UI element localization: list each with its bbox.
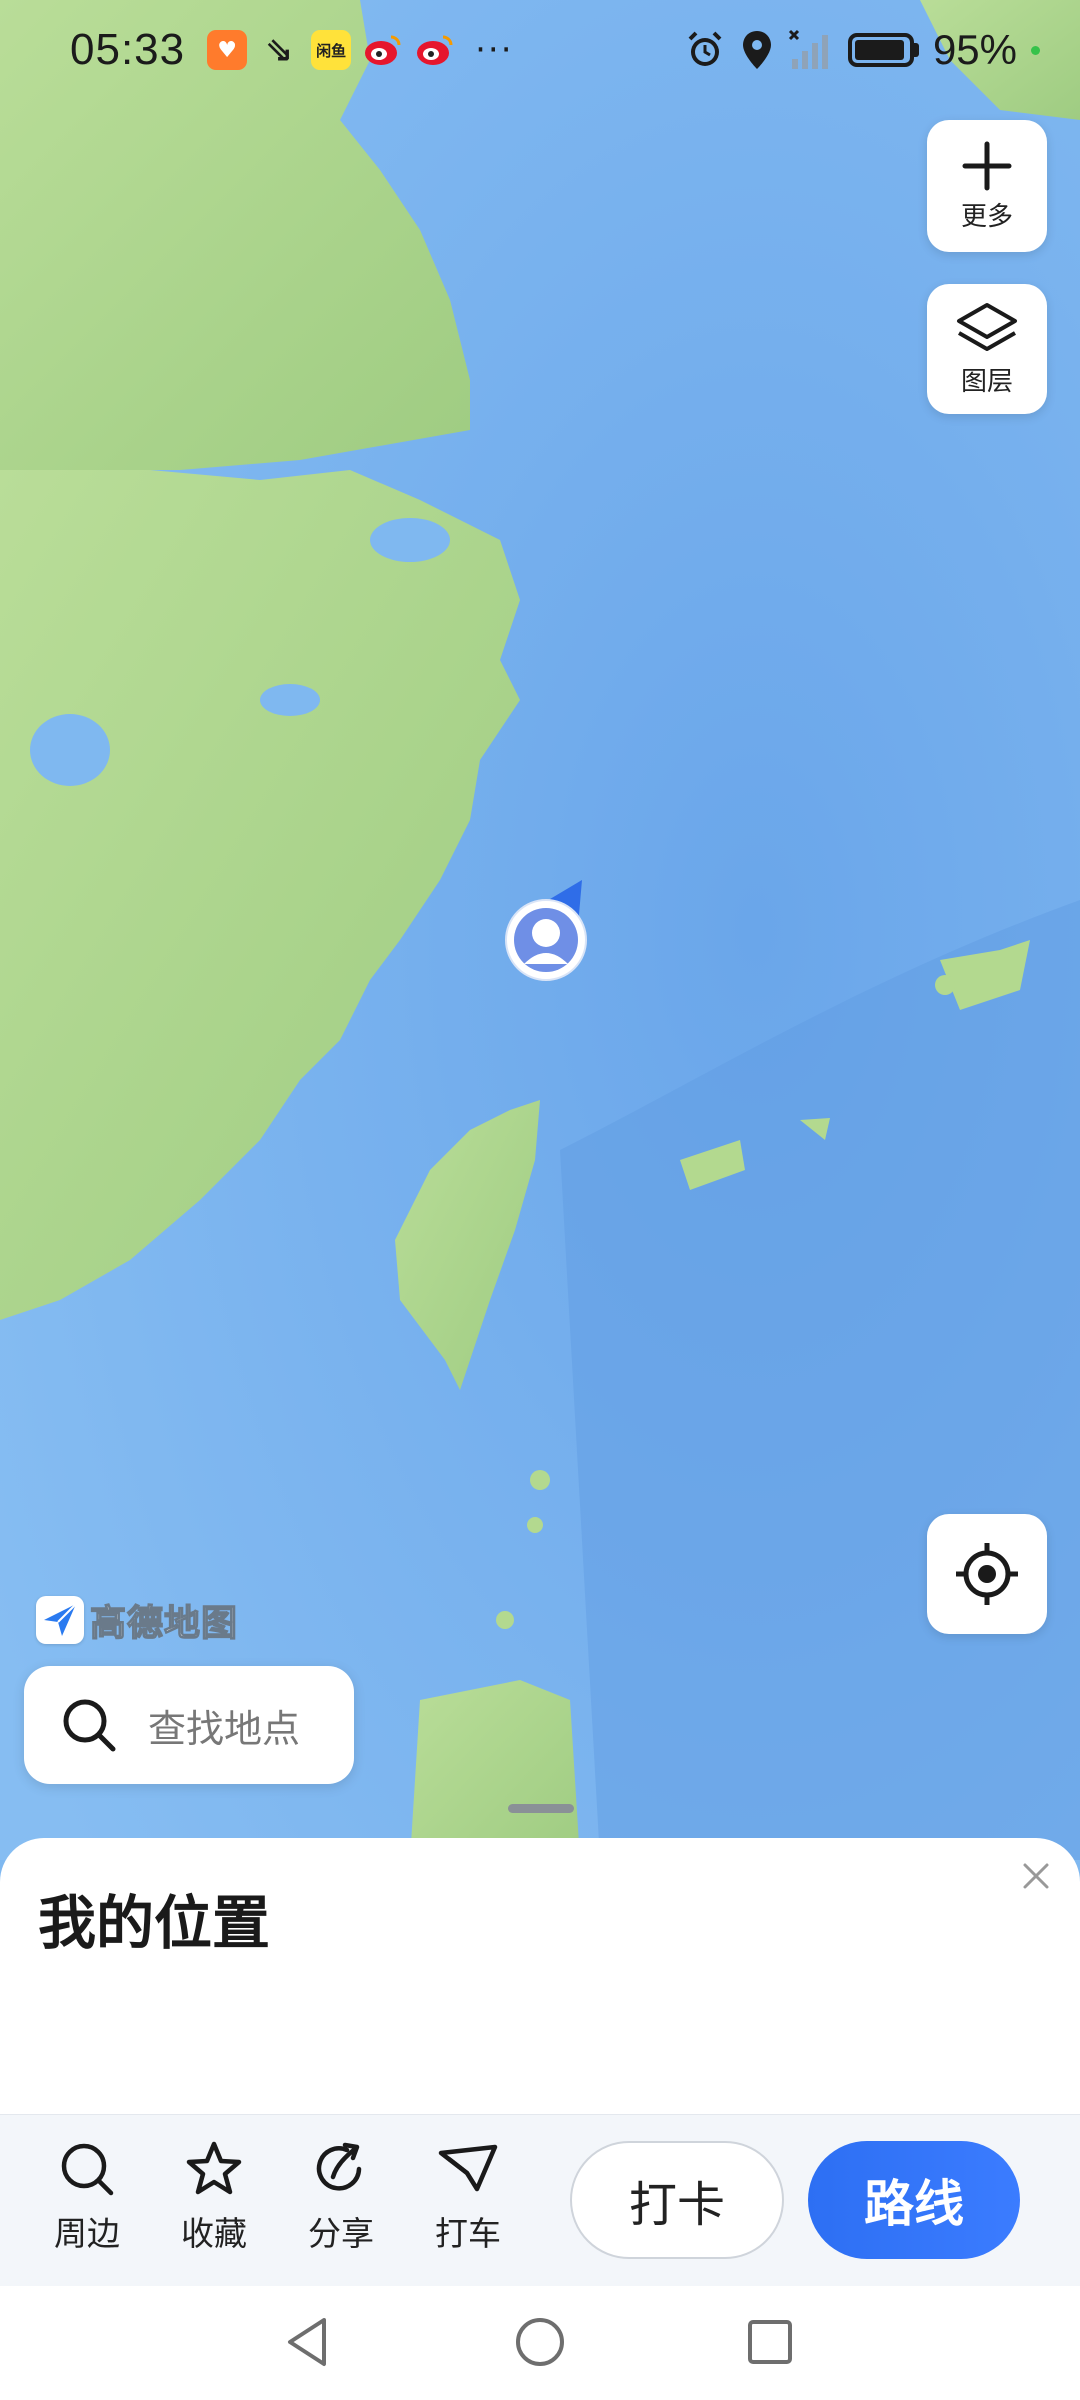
status-right: 95% <box>684 26 1040 74</box>
plus-icon <box>962 141 1012 190</box>
signal-icon <box>788 29 828 69</box>
amap-logo: 高德地图 <box>36 1594 238 1646</box>
xianyu-icon: 闲鱼 <box>311 30 352 70</box>
search-icon <box>63 1699 116 1752</box>
drag-handle[interactable] <box>508 1804 574 1813</box>
land-south <box>410 1680 580 1860</box>
favorite-button[interactable]: 收藏 <box>159 2139 269 2255</box>
system-nav-bar <box>0 2286 1080 2400</box>
bottom-sheet: 我的位置 周边 收藏 分享 打车 打卡 路线 <box>0 1838 1080 2400</box>
taxi-button[interactable]: 打车 <box>413 2139 523 2255</box>
more-notifications-icon: ··· <box>475 30 514 70</box>
locate-crosshair-icon <box>956 1543 1018 1605</box>
lake <box>370 518 450 562</box>
app-icon: ⇘ <box>264 30 294 70</box>
map-view[interactable] <box>0 0 1080 1860</box>
island <box>530 1470 550 1490</box>
taxi-icon <box>438 2144 498 2192</box>
lake <box>30 714 110 786</box>
search-icon <box>61 2143 114 2196</box>
alarm-icon <box>688 31 722 66</box>
island <box>527 1517 543 1533</box>
close-icon[interactable] <box>1020 1860 1052 1892</box>
layers-button[interactable]: 图层 <box>927 284 1047 414</box>
search-placeholder: 查找地点 <box>148 1706 301 1751</box>
weibo-icon <box>415 30 455 70</box>
nearby-label: 周边 <box>54 2214 120 2253</box>
recent-apps-icon[interactable] <box>742 2314 798 2370</box>
more-button[interactable]: 更多 <box>927 120 1047 252</box>
more-label: 更多 <box>960 201 1013 232</box>
amap-logo-text: 高德地图 <box>89 1602 239 1644</box>
star-icon <box>186 2141 242 2195</box>
island <box>496 1611 514 1629</box>
action-bar: 周边 收藏 分享 打车 打卡 路线 <box>0 2114 1080 2286</box>
locate-me-button[interactable] <box>927 1514 1047 1634</box>
sheet-title: 我的位置 <box>38 1889 271 1957</box>
taxi-label: 打车 <box>435 2214 501 2253</box>
share-label: 分享 <box>308 2214 374 2253</box>
weibo-icon <box>363 30 403 70</box>
location-icon <box>742 31 771 69</box>
search-input[interactable]: 查找地点 <box>24 1666 354 1784</box>
island <box>935 975 955 995</box>
back-icon[interactable] <box>280 2314 336 2370</box>
share-button[interactable]: 分享 <box>286 2139 396 2255</box>
map-canvas[interactable] <box>0 0 1080 1860</box>
avatar-head-icon <box>532 919 560 947</box>
layers-icon <box>957 302 1017 351</box>
route-button[interactable]: 路线 <box>808 2141 1020 2259</box>
privacy-dot-icon <box>1031 45 1040 55</box>
amap-logo-icon <box>36 1596 84 1644</box>
battery-icon <box>847 33 919 67</box>
home-icon[interactable] <box>512 2314 568 2370</box>
share-icon <box>316 2142 362 2191</box>
layers-label: 图层 <box>960 366 1013 397</box>
favorite-label: 收藏 <box>181 2214 247 2253</box>
status-time: 05:33 <box>70 25 186 74</box>
taobao-icon: ♥ <box>207 30 248 70</box>
status-bar: 05:33 ♥ ⇘ 闲鱼 ··· 95% <box>0 0 1080 100</box>
checkin-button[interactable]: 打卡 <box>570 2141 784 2259</box>
nearby-button[interactable]: 周边 <box>32 2139 142 2255</box>
battery-percent: 95% <box>932 26 1017 73</box>
lake <box>260 684 320 716</box>
